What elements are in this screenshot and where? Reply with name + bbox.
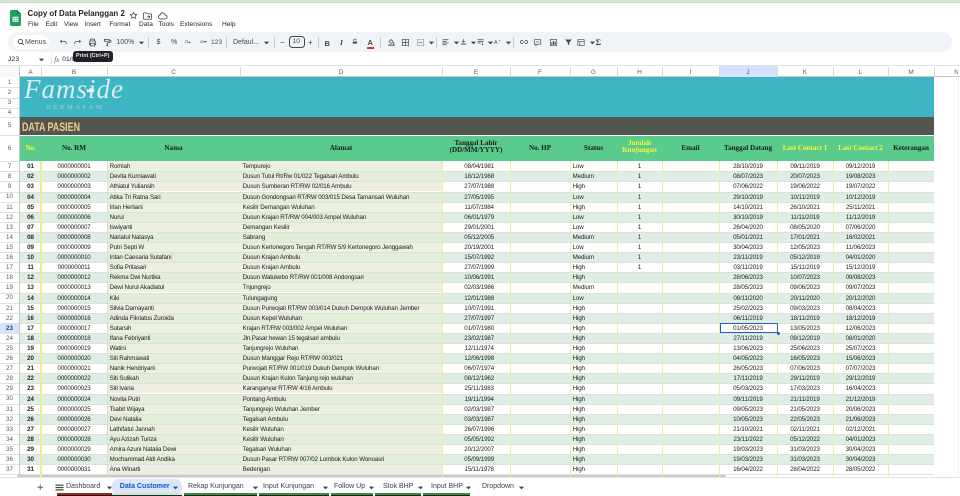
svg-text:.00: .00 (199, 39, 205, 44)
svg-text:A: A (494, 40, 498, 46)
svg-text:.0: .0 (184, 39, 188, 44)
